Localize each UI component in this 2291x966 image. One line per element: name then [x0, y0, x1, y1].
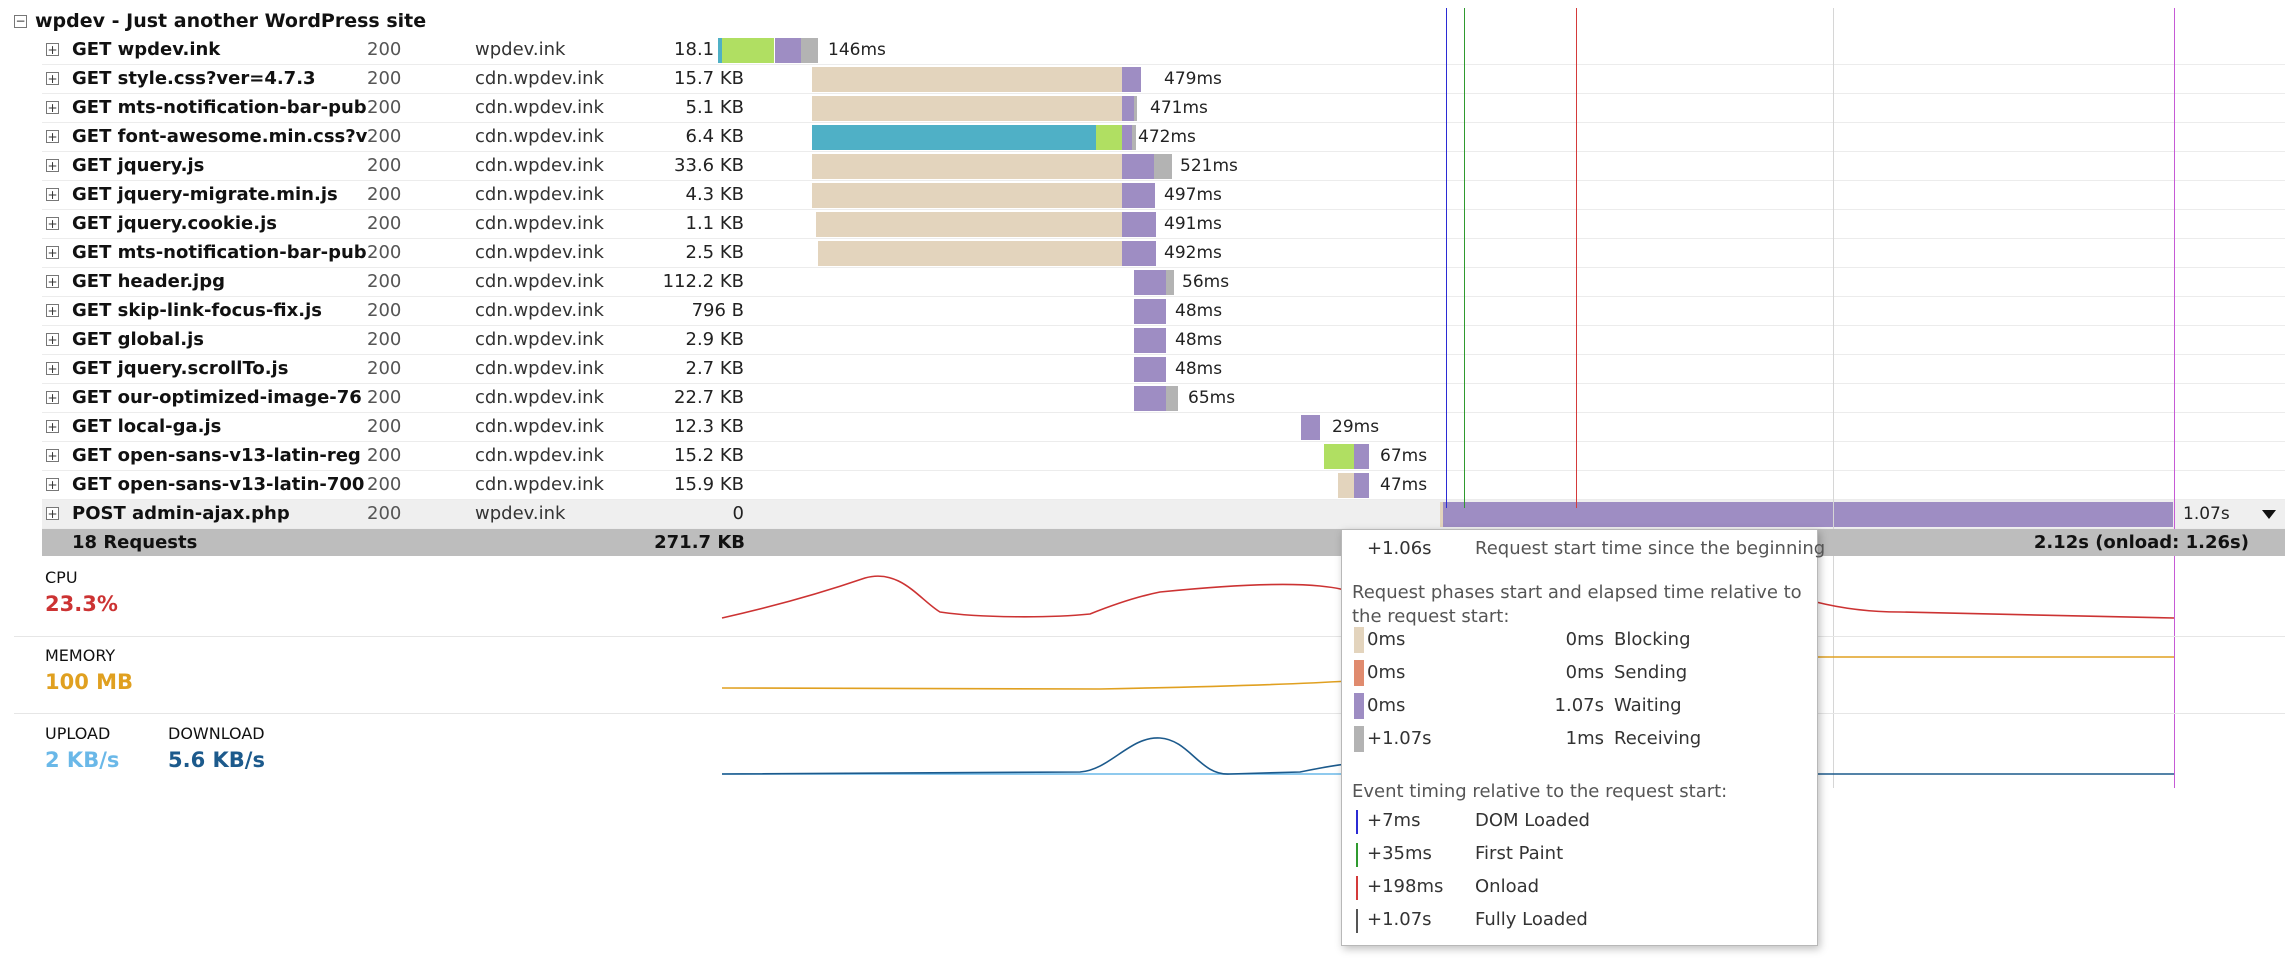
- phase-elapsed: 1.07s: [1554, 695, 1604, 716]
- request-timing-tooltip: +1.06s Request start time since the begi…: [1341, 529, 1825, 946]
- cpu-graph-line-right: [1815, 601, 2175, 619]
- event-color-marker: [1356, 909, 1358, 933]
- memory-graph-line: [721, 680, 1349, 690]
- event-color-marker: [1356, 876, 1358, 900]
- event-label: Fully Loaded: [1475, 909, 1588, 930]
- phase-color-swatch: [1354, 660, 1364, 686]
- phase-label: Waiting: [1614, 695, 1682, 716]
- phase-label: Blocking: [1614, 629, 1691, 650]
- phase-color-swatch: [1354, 627, 1364, 653]
- phase-start: 0ms: [1367, 629, 1406, 650]
- tooltip-phases-title: Request phases start and elapsed time re…: [1352, 582, 1802, 627]
- event-time: +35ms: [1367, 843, 1432, 864]
- phase-elapsed: 1ms: [1565, 728, 1604, 749]
- event-color-marker: [1356, 810, 1358, 834]
- phase-color-swatch: [1354, 726, 1364, 752]
- tooltip-start-label: Request start time since the beginning: [1475, 538, 1826, 559]
- event-label: Onload: [1475, 876, 1540, 897]
- event-time: +7ms: [1367, 810, 1421, 831]
- phase-label: Sending: [1614, 662, 1688, 683]
- phase-elapsed: 0ms: [1565, 629, 1604, 650]
- phase-elapsed: 0ms: [1565, 662, 1604, 683]
- tooltip-start-value: +1.06s: [1367, 538, 1432, 559]
- event-label: DOM Loaded: [1475, 810, 1590, 831]
- phase-label: Receiving: [1614, 728, 1702, 749]
- event-time: +1.07s: [1367, 909, 1432, 930]
- phase-start: 0ms: [1367, 662, 1406, 683]
- phase-start: +1.07s: [1367, 728, 1432, 749]
- tooltip-events-title: Event timing relative to the request sta…: [1352, 781, 1728, 802]
- download-graph-line: [721, 737, 1349, 775]
- event-color-marker: [1356, 843, 1358, 867]
- event-label: First Paint: [1475, 843, 1564, 864]
- metrics-graphs: [721, 575, 2175, 775]
- phase-color-swatch: [1354, 693, 1364, 719]
- phase-start: 0ms: [1367, 695, 1406, 716]
- cpu-graph-line: [721, 575, 1349, 619]
- event-time: +198ms: [1367, 876, 1444, 897]
